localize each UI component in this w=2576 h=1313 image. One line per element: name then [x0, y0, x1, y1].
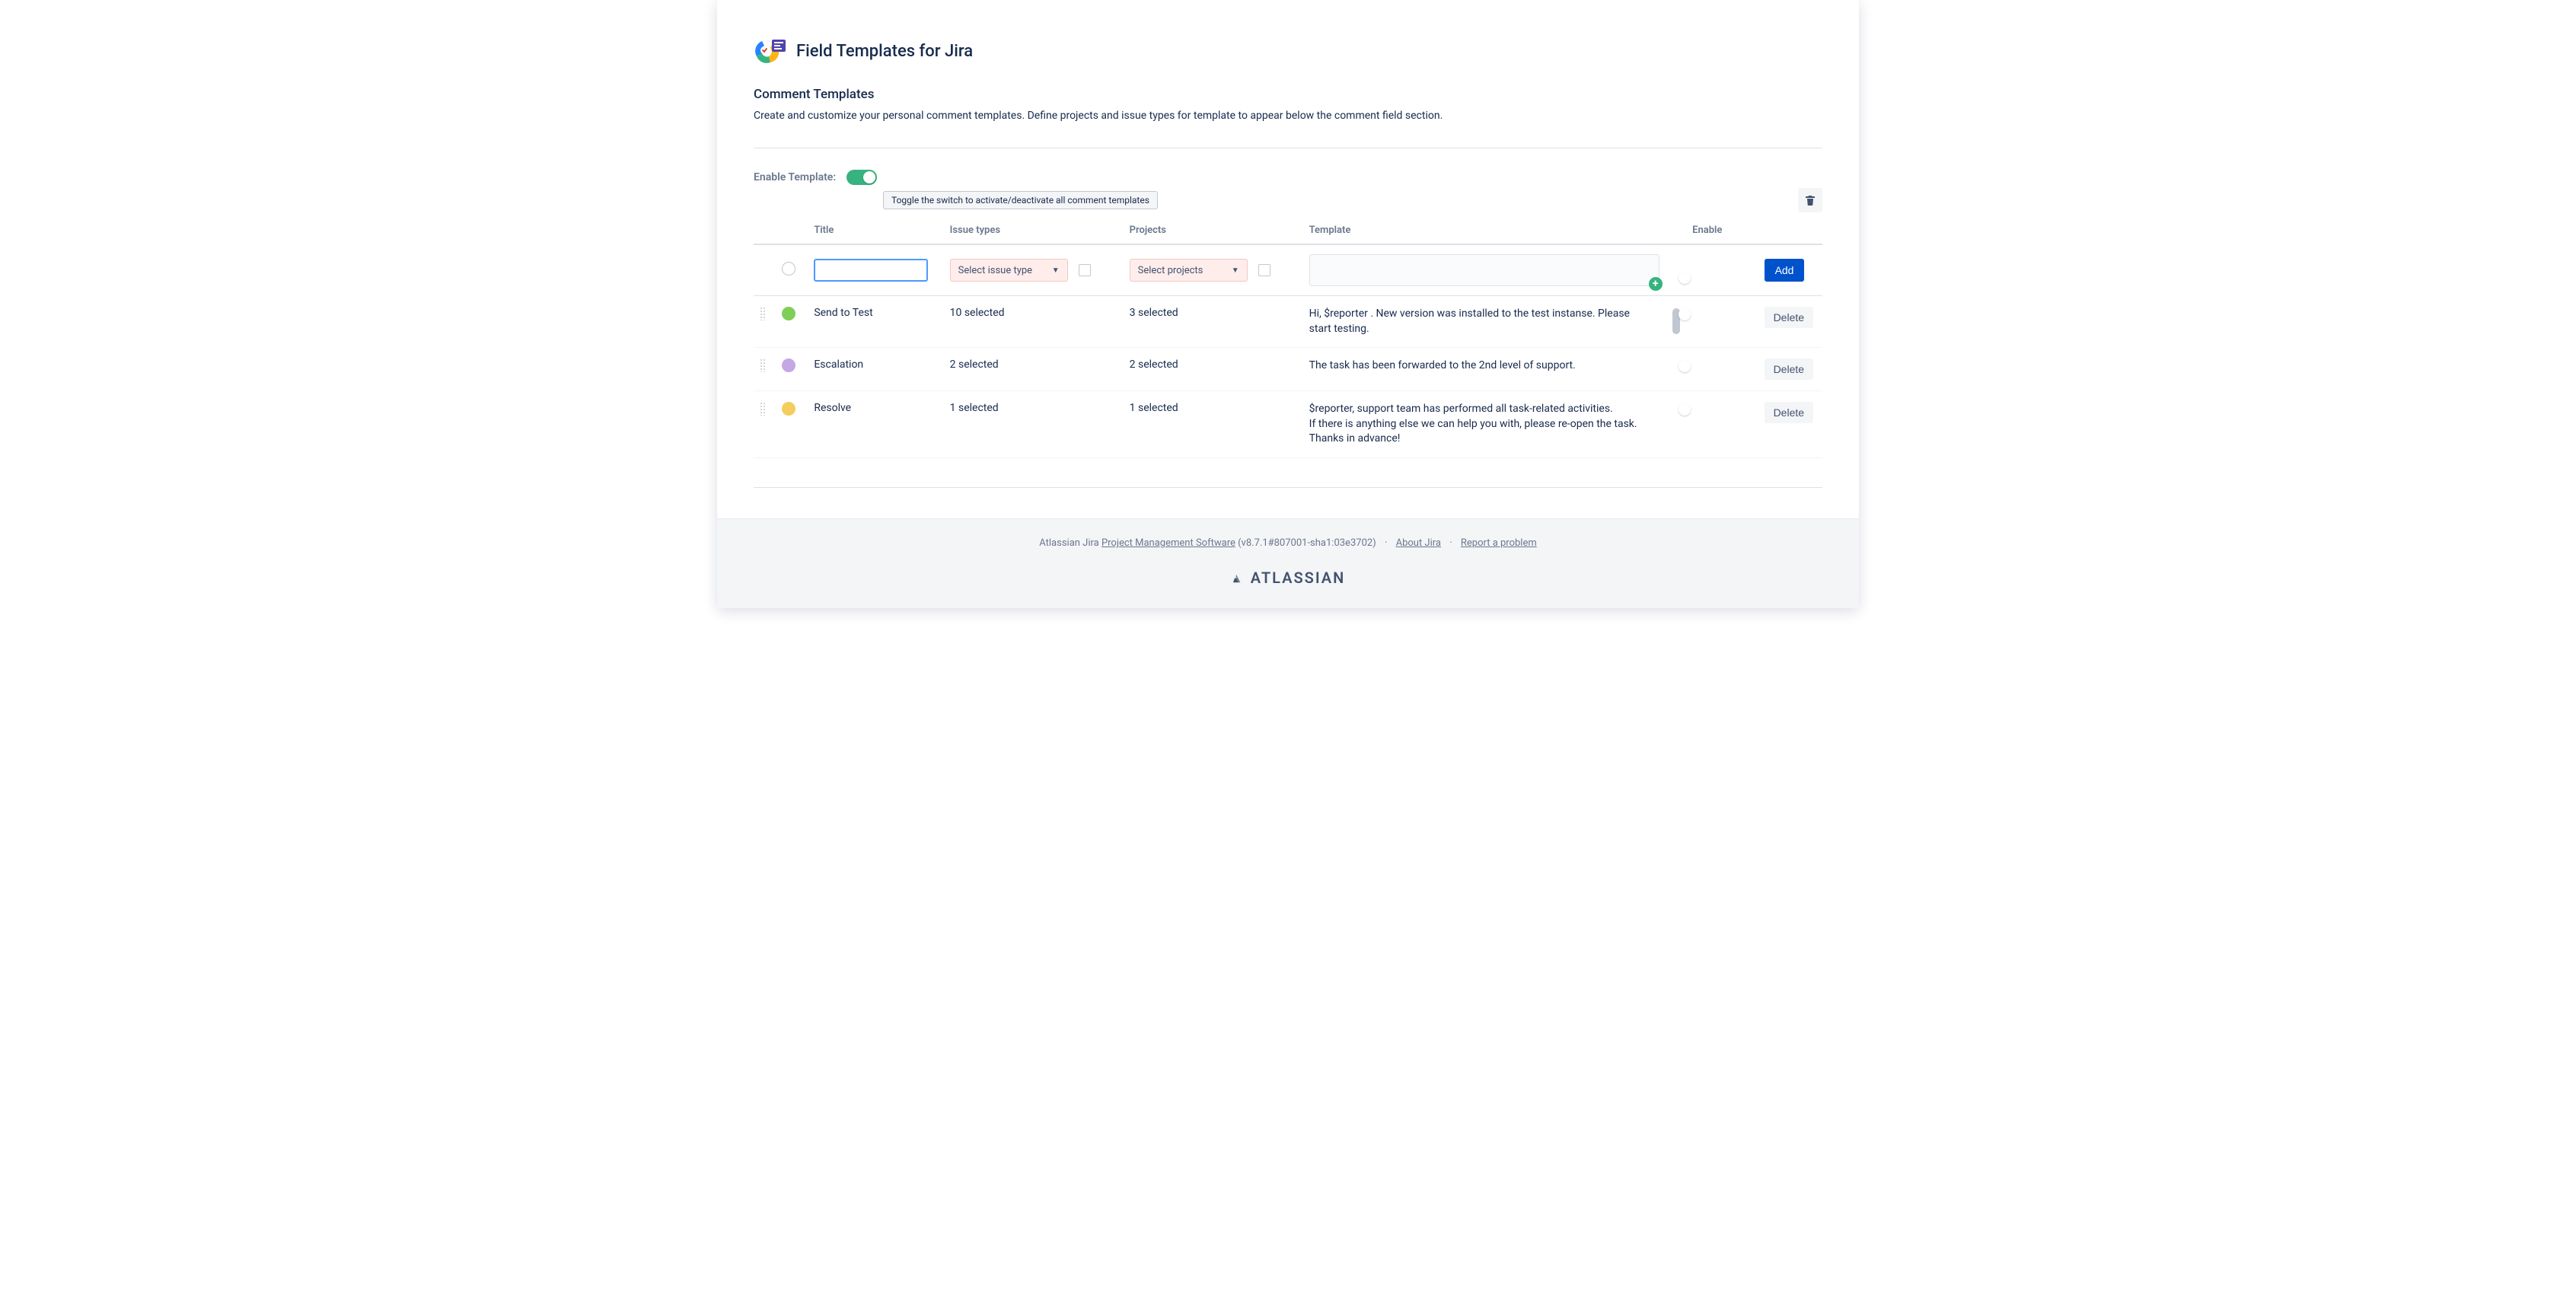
th-issue-types: Issue types: [944, 217, 1124, 244]
table-row: Send to Test 10 selected 3 selected Hi, …: [754, 296, 1822, 348]
row-template-text: Hi, $reporter . New version was installe…: [1309, 307, 1644, 336]
row-projects: 1 selected: [1124, 391, 1303, 458]
table-row: Resolve 1 selected 1 selected $reporter,…: [754, 391, 1822, 458]
chevron-down-icon: ▼: [1232, 266, 1239, 275]
footer-link-pms[interactable]: Project Management Software: [1101, 537, 1235, 549]
row-projects: 2 selected: [1124, 348, 1303, 391]
divider: [754, 487, 1822, 488]
add-button[interactable]: Add: [1765, 259, 1805, 282]
row-title: Send to Test: [808, 296, 943, 348]
delete-all-button[interactable]: [1798, 188, 1822, 212]
table-row: Escalation 2 selected 2 selected The tas…: [754, 348, 1822, 391]
issue-type-all-checkbox[interactable]: [1079, 264, 1091, 276]
atlassian-icon: [1231, 571, 1245, 585]
footer-prefix: Atlassian Jira: [1039, 537, 1101, 549]
row-color-swatch[interactable]: [782, 402, 795, 416]
enable-template-tooltip: Toggle the switch to activate/deactivate…: [883, 191, 1158, 209]
enable-template-label: Enable Template:: [754, 171, 836, 183]
delete-button[interactable]: Delete: [1765, 307, 1813, 328]
page-header: Field Templates for Jira: [754, 38, 1822, 64]
projects-placeholder: Select projects: [1138, 265, 1204, 276]
footer: Atlassian Jira Project Management Softwa…: [717, 518, 1859, 608]
atlassian-logo: ATLASSIAN: [717, 569, 1859, 587]
trash-icon: [1804, 194, 1816, 206]
issue-type-placeholder: Select issue type: [958, 265, 1032, 276]
new-template-row: Select issue type ▼ Select projects ▼: [754, 244, 1822, 296]
enable-template-toggle[interactable]: [846, 170, 877, 185]
footer-link-about[interactable]: About Jira: [1396, 537, 1441, 549]
chevron-down-icon: ▼: [1052, 266, 1060, 275]
title-input[interactable]: [814, 259, 928, 282]
footer-version: (v8.7.1#807001-sha1:03e3702): [1235, 537, 1376, 549]
projects-select[interactable]: Select projects ▼: [1130, 259, 1248, 282]
row-issue-types: 1 selected: [944, 391, 1124, 458]
template-input[interactable]: [1309, 254, 1659, 286]
footer-link-report[interactable]: Report a problem: [1461, 537, 1537, 549]
issue-type-select[interactable]: Select issue type ▼: [950, 259, 1068, 282]
th-title: Title: [808, 217, 943, 244]
section-description: Create and customize your personal comme…: [754, 110, 1822, 122]
row-issue-types: 10 selected: [944, 296, 1124, 348]
row-projects: 3 selected: [1124, 296, 1303, 348]
row-color-swatch[interactable]: [782, 359, 795, 372]
delete-button[interactable]: Delete: [1765, 359, 1813, 380]
app-logo-icon: [754, 38, 787, 64]
th-enable: Enable: [1686, 217, 1758, 244]
templates-table: Title Issue types Projects Template Enab…: [754, 217, 1822, 458]
delete-button[interactable]: Delete: [1765, 402, 1813, 423]
drag-handle-icon[interactable]: [760, 359, 766, 372]
row-template-text: $reporter, support team has performed al…: [1309, 402, 1644, 447]
row-title: Resolve: [808, 391, 943, 458]
row-title: Escalation: [808, 348, 943, 391]
color-picker-empty[interactable]: [782, 262, 795, 276]
add-variable-button[interactable]: +: [1649, 277, 1663, 291]
th-projects: Projects: [1124, 217, 1303, 244]
row-color-swatch[interactable]: [782, 307, 795, 320]
projects-all-checkbox[interactable]: [1258, 264, 1270, 276]
drag-handle-icon[interactable]: [760, 307, 766, 320]
row-issue-types: 2 selected: [944, 348, 1124, 391]
app-title: Field Templates for Jira: [796, 42, 973, 61]
drag-handle-icon[interactable]: [760, 402, 766, 416]
th-template: Template: [1303, 217, 1687, 244]
section-title: Comment Templates: [754, 87, 1822, 102]
row-template-text: The task has been forwarded to the 2nd l…: [1309, 359, 1644, 374]
